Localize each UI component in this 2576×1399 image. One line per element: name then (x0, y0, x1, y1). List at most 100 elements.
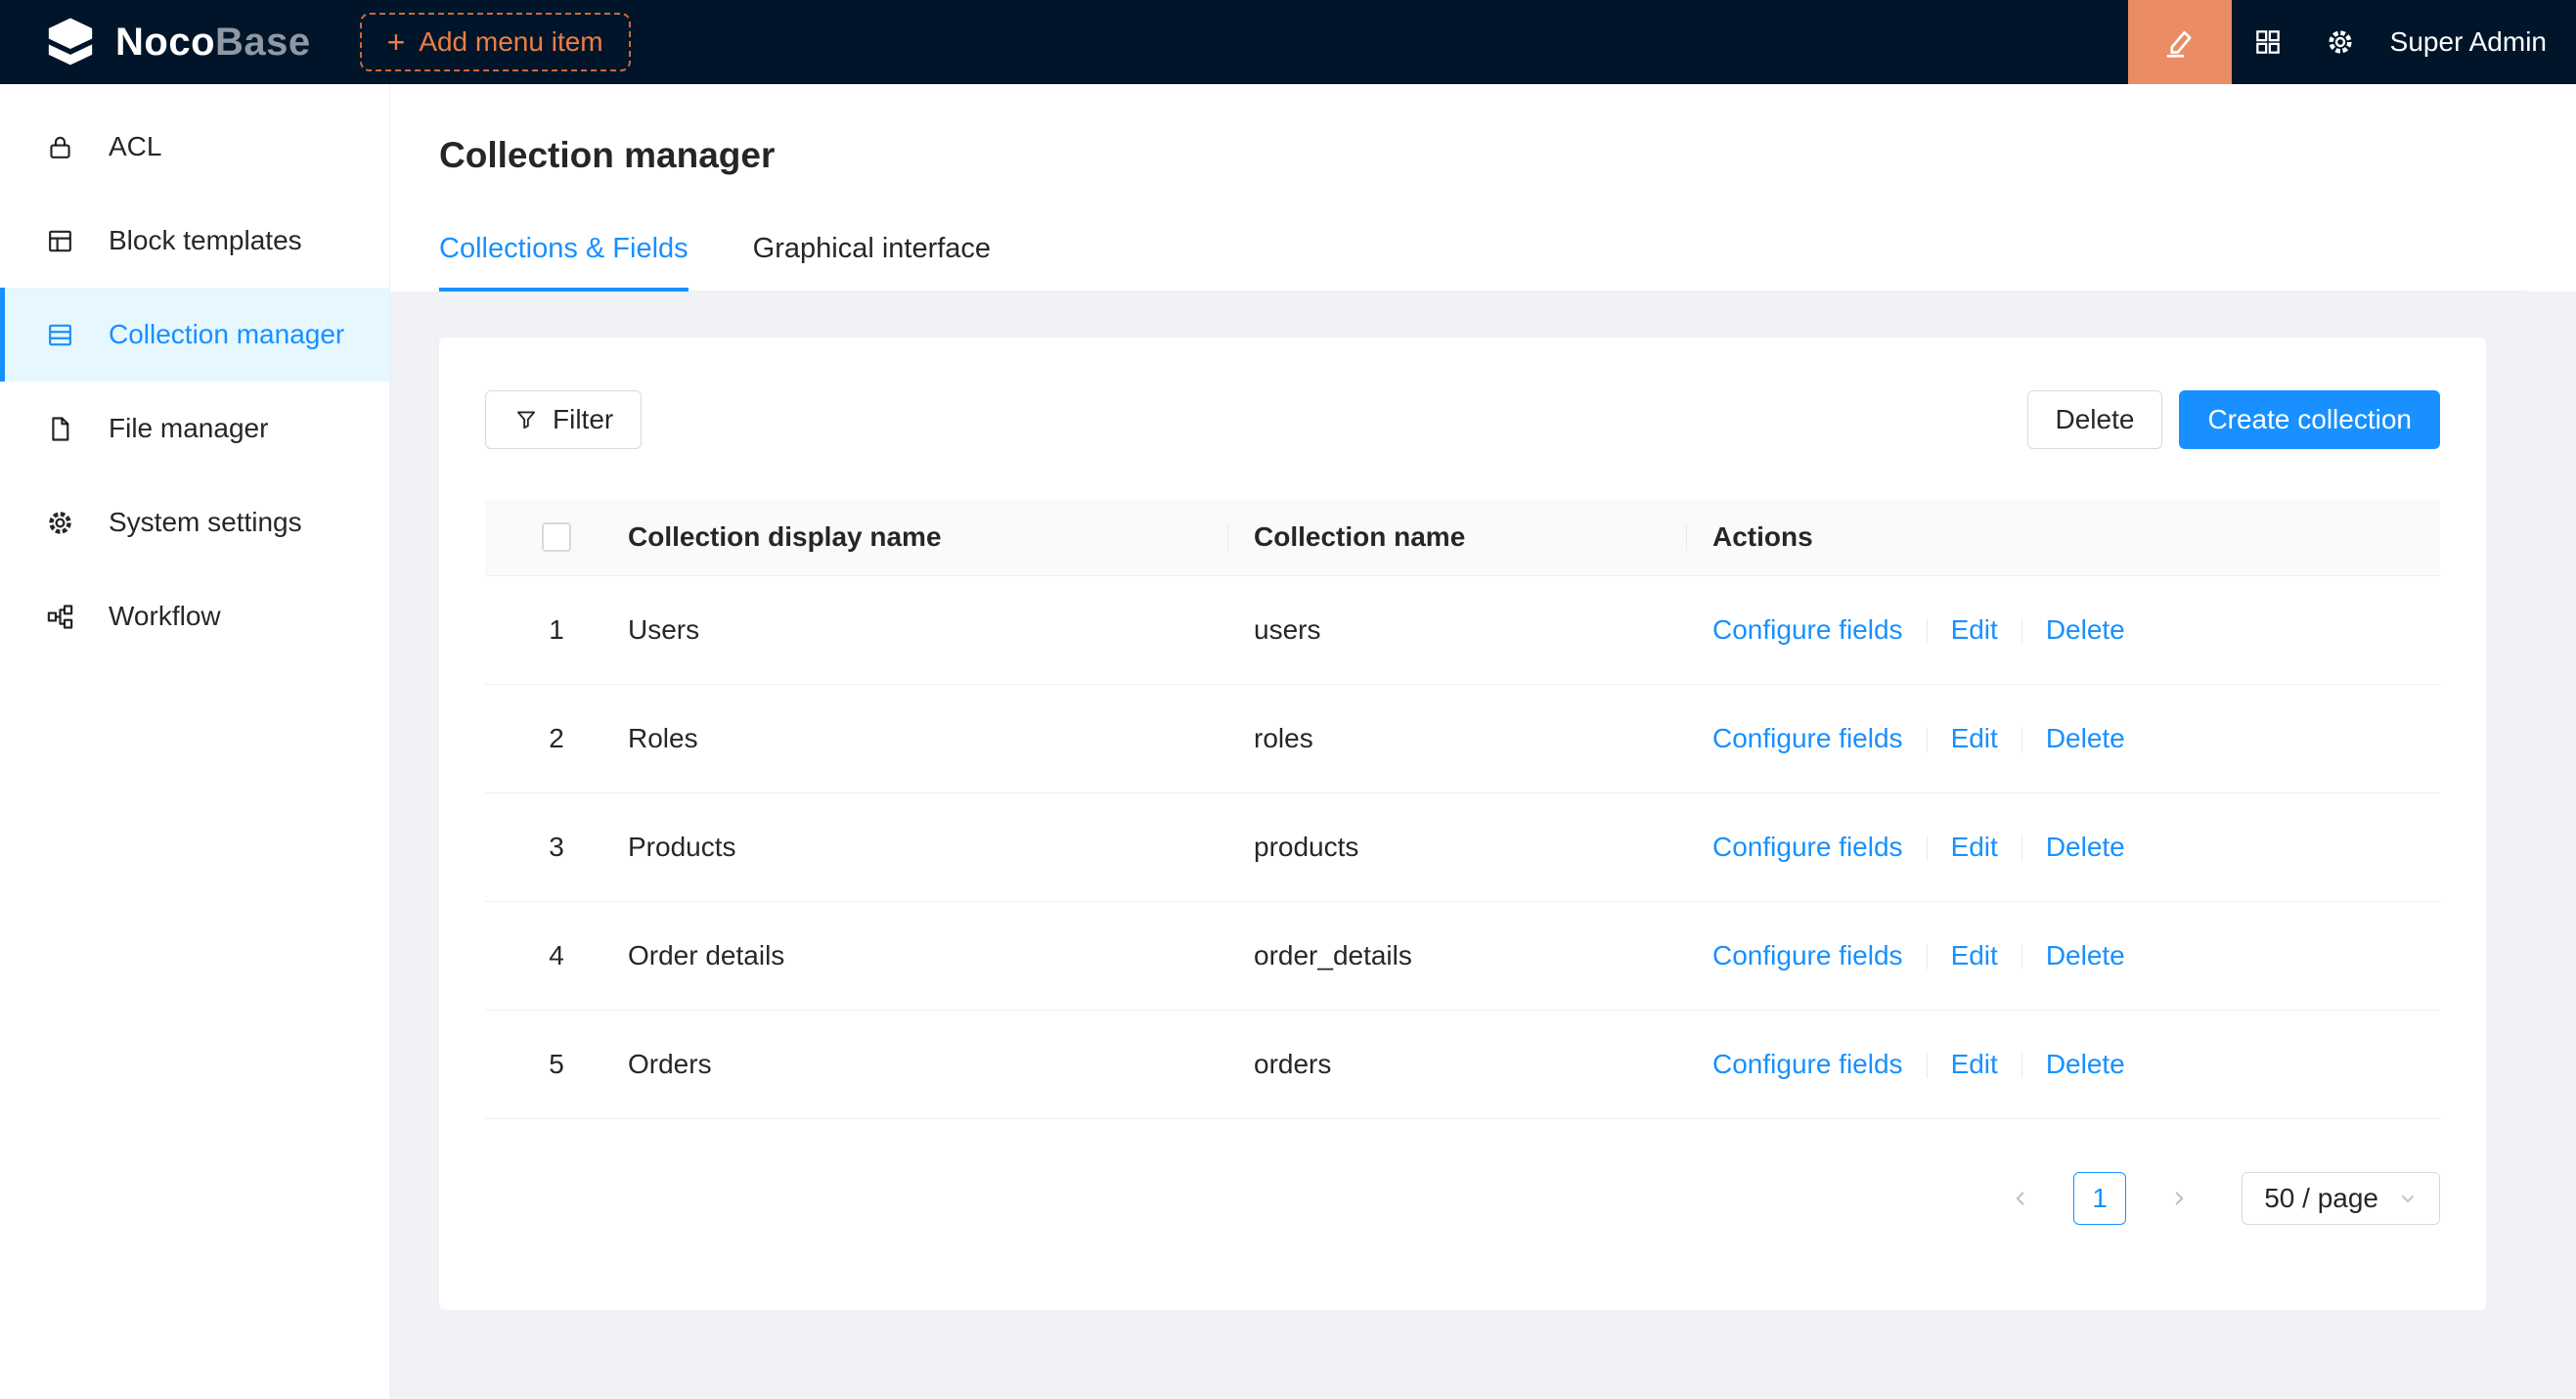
plugins-button[interactable] (2232, 0, 2304, 84)
action-divider (2021, 1053, 2022, 1078)
cell-actions: Configure fields Edit Delete (1712, 575, 2440, 684)
sidebar-item-label: File manager (109, 413, 268, 444)
grid-apps-icon (2252, 26, 2284, 58)
plus-icon: + (387, 26, 406, 58)
ui-editor-button[interactable] (2128, 0, 2232, 84)
configure-fields-link[interactable]: Configure fields (1712, 940, 1903, 970)
header-name: Collection name (1254, 500, 1712, 575)
edit-link[interactable]: Edit (1951, 832, 1998, 862)
cell-display-name: Users (628, 575, 1254, 684)
lock-icon (45, 132, 75, 162)
logo-text: NocoBase (115, 21, 311, 65)
tab-collections-and-fields[interactable]: Collections & Fields (439, 233, 688, 291)
filter-funnel-icon (513, 407, 539, 432)
table-row: 2 Roles roles Configure fieldsEditDelete (485, 684, 2440, 792)
page-size-value: 50 / page (2264, 1183, 2378, 1214)
action-divider (1927, 727, 1928, 752)
sidebar-item-system-settings[interactable]: System settings (0, 475, 389, 569)
cell-name: users (1254, 575, 1712, 684)
collection-table-icon (45, 320, 75, 350)
sidebar-item-label: Workflow (109, 601, 221, 632)
cell-name: orders (1254, 1010, 1712, 1118)
cell-name: products (1254, 792, 1712, 901)
edit-link[interactable]: Edit (1951, 614, 1998, 645)
main-area: Collection manager Collections & Fields … (390, 84, 2576, 1399)
edit-link[interactable]: Edit (1951, 1049, 1998, 1079)
chevron-left-icon (2010, 1188, 2031, 1209)
cell-display-name: Orders (628, 1010, 1254, 1118)
chevron-down-icon (2398, 1189, 2418, 1208)
cell-display-name: Roles (628, 684, 1254, 792)
page-title: Collection manager (439, 135, 2527, 176)
sidebar-item-label: Collection manager (109, 319, 344, 350)
edit-link[interactable]: Edit (1951, 940, 1998, 970)
delete-link[interactable]: Delete (2046, 940, 2125, 970)
row-index: 4 (485, 901, 628, 1010)
sidebar-item-acl[interactable]: ACL (0, 100, 389, 194)
page-header: Collection manager Collections & Fields … (390, 84, 2576, 292)
table-row: 3 Products products Configure fields Edit… (485, 792, 2440, 901)
add-menu-item-label: Add menu item (419, 26, 602, 58)
action-divider (2021, 944, 2022, 970)
add-menu-item-button[interactable]: + Add menu item (360, 13, 631, 71)
action-divider (1927, 835, 1928, 861)
action-divider (1927, 944, 1928, 970)
configure-fields-link[interactable]: Configure fields (1712, 1049, 1903, 1079)
toolbar-right: Delete Create collection (2027, 390, 2441, 449)
nocobase-logo[interactable]: NocoBase (43, 15, 311, 69)
sidebar-item-label: Block templates (109, 225, 302, 256)
sidebar-item-file-manager[interactable]: File manager (0, 382, 389, 475)
logo-secondary: Base (215, 21, 311, 64)
cell-actions: Configure fields Edit Delete (1712, 684, 2440, 792)
table-row: 1 Users users Configure fieldsEditDelete (485, 575, 2440, 684)
action-divider (2021, 835, 2022, 861)
action-divider (2021, 618, 2022, 644)
action-divider (1927, 618, 1928, 644)
table-row: 5 Orders orders Configure fields Edit Dele… (485, 1010, 2440, 1118)
header-display-name: Collection display name (628, 500, 1254, 575)
configure-fields-link[interactable]: Configure fields (1712, 832, 1903, 862)
delete-link[interactable]: Delete (2046, 1049, 2125, 1079)
row-index: 5 (485, 1010, 628, 1118)
delete-link[interactable]: Delete (2046, 832, 2125, 862)
collections-table: Collection display name Collection name … (485, 500, 2440, 1119)
row-index: 3 (485, 792, 628, 901)
file-icon (45, 414, 75, 444)
page-size-select[interactable]: 50 / page (2242, 1172, 2440, 1225)
configure-fields-link[interactable]: Configure fields (1712, 723, 1903, 753)
card-toolbar: Filter Delete Create collection (485, 390, 2440, 449)
select-all-checkbox[interactable] (542, 522, 571, 552)
cell-name: roles (1254, 684, 1712, 792)
collections-card: Filter Delete Create collection Collecti… (439, 338, 2486, 1310)
table-row: 4 Order details order_details Configure … (485, 901, 2440, 1010)
delete-link[interactable]: Delete (2046, 723, 2125, 753)
header-actions: Actions (1712, 500, 2440, 575)
settings-sidebar: ACL Block templates Collection manager F… (0, 84, 390, 1399)
sidebar-item-label: ACL (109, 131, 161, 162)
topbar: NocoBase + Add menu item Super (0, 0, 2576, 84)
sidebar-item-collection-manager[interactable]: Collection manager (0, 288, 389, 382)
layout-icon (45, 226, 75, 256)
cell-display-name: Order details (628, 901, 1254, 1010)
tab-graphical-interface[interactable]: Graphical interface (753, 233, 991, 291)
page-number-1[interactable]: 1 (2073, 1172, 2126, 1225)
previous-page-button[interactable] (1994, 1172, 2047, 1225)
action-divider (2021, 727, 2022, 752)
cell-actions: Configure fields Edit Delete (1712, 901, 2440, 1010)
filter-button[interactable]: Filter (485, 390, 642, 449)
cell-display-name: Products (628, 792, 1254, 901)
create-collection-button[interactable]: Create collection (2179, 390, 2440, 449)
sidebar-item-block-templates[interactable]: Block templates (0, 194, 389, 288)
system-settings-button[interactable] (2304, 0, 2376, 84)
header-select-all (485, 500, 628, 575)
current-user[interactable]: Super Admin (2390, 26, 2547, 58)
edit-link[interactable]: Edit (1951, 723, 1998, 753)
gear-icon (2325, 26, 2356, 58)
delete-link[interactable]: Delete (2046, 614, 2125, 645)
next-page-button[interactable] (2153, 1172, 2205, 1225)
table-header-row: Collection display name Collection name … (485, 500, 2440, 575)
delete-button[interactable]: Delete (2027, 390, 2163, 449)
configure-fields-link[interactable]: Configure fields (1712, 614, 1903, 645)
sidebar-item-workflow[interactable]: Workflow (0, 569, 389, 663)
sidebar-item-label: System settings (109, 507, 302, 538)
